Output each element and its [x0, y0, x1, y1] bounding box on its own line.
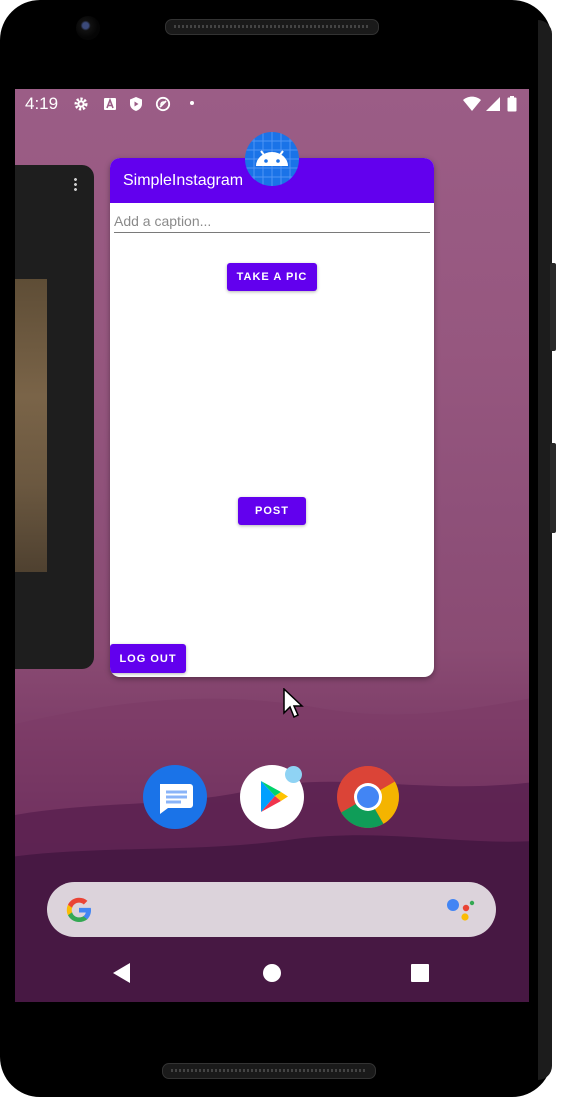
- battery-icon: [507, 96, 517, 112]
- notification-dot-icon: [285, 766, 302, 783]
- volume-button: [550, 263, 556, 351]
- cell-signal-icon: [486, 97, 500, 111]
- play-store-icon[interactable]: [240, 765, 304, 829]
- recent-app-card-left[interactable]: [15, 165, 94, 669]
- google-assistant-icon: [447, 899, 475, 921]
- top-speaker: [165, 19, 379, 35]
- home-icon[interactable]: [262, 963, 282, 983]
- recents-icon[interactable]: [411, 964, 429, 982]
- recent-app-preview-image: [15, 279, 47, 572]
- phone-frame-edge: [538, 20, 552, 1080]
- recent-app-card[interactable]: SimpleInstagram TAKE A PIC POST LOG OUT: [110, 158, 434, 677]
- phone-device: 4:19 SimpleInstagram Add a caption... TA…: [0, 0, 562, 1097]
- messages-icon[interactable]: [143, 765, 207, 829]
- google-g-icon: [66, 897, 91, 922]
- chrome-icon[interactable]: [336, 765, 400, 829]
- app-title: SimpleInstagram: [123, 172, 244, 189]
- settings-gear-icon: [74, 97, 88, 111]
- no-sim-icon: [155, 96, 171, 112]
- back-icon[interactable]: [112, 962, 132, 984]
- post-button[interactable]: POST: [238, 497, 306, 525]
- log-out-button[interactable]: LOG OUT: [110, 644, 186, 673]
- messages-bubble-icon: [160, 784, 193, 814]
- wifi-icon: [463, 96, 481, 111]
- screen: 4:19 SimpleInstagram Add a caption... TA…: [15, 89, 529, 1002]
- take-a-pic-button[interactable]: TAKE A PIC: [227, 263, 317, 291]
- bottom-speaker: [162, 1063, 376, 1079]
- android-app-icon[interactable]: [245, 132, 299, 186]
- play-protect-icon: [130, 97, 142, 111]
- mouse-cursor-icon: [283, 688, 304, 719]
- navigation-bar: [15, 944, 529, 1002]
- dot-icon: [190, 101, 194, 105]
- caption-input[interactable]: [114, 210, 430, 233]
- front-camera: [76, 16, 100, 40]
- status-time: 4:19: [25, 94, 59, 113]
- status-bar: 4:19: [15, 89, 529, 119]
- overflow-menu-icon[interactable]: [74, 177, 77, 191]
- a-square-icon: [104, 97, 116, 110]
- chrome-logo-icon: [337, 766, 399, 828]
- android-robot-icon: [245, 132, 299, 186]
- google-search-bar[interactable]: [47, 882, 496, 937]
- power-button: [550, 443, 556, 533]
